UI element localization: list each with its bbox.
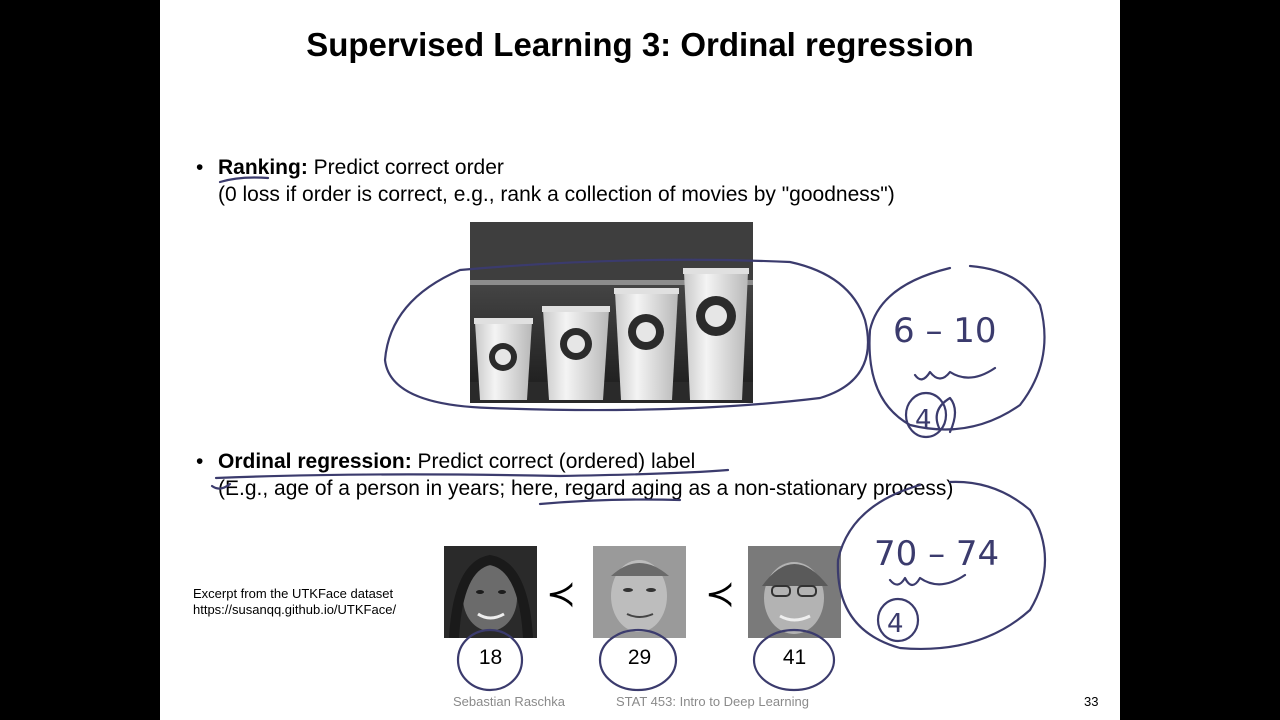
ink-mark bbox=[935, 396, 957, 434]
ink-text-range2: 70 – 74 bbox=[874, 534, 999, 574]
ink-circle-range1 bbox=[868, 264, 1046, 431]
bullet-label: Ranking: bbox=[218, 156, 308, 179]
ink-text-digit1: 4 bbox=[915, 405, 932, 435]
slide: Supervised Learning 3: Ordinal regressio… bbox=[160, 0, 1120, 720]
bullet-label: Ordinal regression: bbox=[218, 450, 412, 473]
age-label: 41 bbox=[782, 646, 807, 669]
footer-course: STAT 453: Intro to Deep Learning bbox=[616, 694, 809, 709]
ink-text-range1: 6 – 10 bbox=[893, 311, 997, 351]
face-image-18 bbox=[444, 546, 537, 638]
ink-circle-range2 bbox=[836, 480, 1046, 650]
bullet-ranking: • Ranking: Predict correct order (0 loss… bbox=[196, 154, 895, 208]
bullet-subtext: (0 loss if order is correct, e.g., rank … bbox=[218, 183, 895, 206]
caption-line-1: Excerpt from the UTKFace dataset bbox=[193, 586, 394, 601]
precedes-symbol: ≺ bbox=[705, 574, 736, 615]
ink-circle-digit2 bbox=[876, 597, 920, 643]
age-label: 29 bbox=[627, 646, 652, 669]
bullet-text: Predict correct order bbox=[307, 156, 504, 179]
footer-author: Sebastian Raschka bbox=[453, 694, 566, 709]
ink-text-digit2: 4 bbox=[887, 609, 904, 639]
coffee-cups-image bbox=[470, 222, 753, 403]
dataset-caption: Excerpt from the UTKFace dataset https:/… bbox=[193, 586, 396, 618]
ink-squiggle-1 bbox=[913, 366, 997, 381]
age-label: 18 bbox=[478, 646, 503, 669]
slide-title: Supervised Learning 3: Ordinal regressio… bbox=[306, 26, 974, 63]
face-image-41 bbox=[748, 546, 841, 638]
bullet-subtext: (E.g., age of a person in years; here, r… bbox=[218, 477, 954, 500]
bullet-dot: • bbox=[196, 450, 204, 473]
bullet-ordinal-regression: • Ordinal regression: Predict correct (o… bbox=[196, 448, 954, 502]
bullet-dot: • bbox=[196, 156, 204, 179]
ink-squiggle-2 bbox=[888, 573, 967, 587]
caption-line-2: https://susanqq.github.io/UTKFace/ bbox=[193, 602, 397, 617]
ink-circle-digit1 bbox=[904, 391, 948, 439]
bullet-text: Predict correct (ordered) label bbox=[411, 450, 696, 473]
face-image-29 bbox=[593, 546, 686, 638]
precedes-symbol: ≺ bbox=[546, 574, 577, 615]
page-number: 33 bbox=[1084, 694, 1099, 709]
